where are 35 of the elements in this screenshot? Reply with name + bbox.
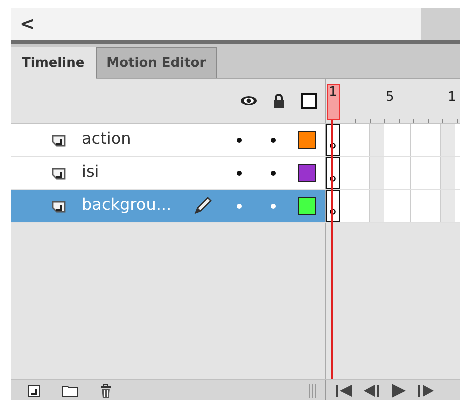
- lock-dot[interactable]: [271, 138, 276, 143]
- layer-color-swatch[interactable]: [298, 197, 316, 215]
- step-back-icon[interactable]: [364, 384, 380, 398]
- layer-icon: [52, 168, 66, 180]
- back-button[interactable]: <: [20, 14, 36, 34]
- current-frame-marker[interactable]: 1: [327, 84, 340, 120]
- resize-grip-icon[interactable]: [309, 384, 317, 398]
- layer-name: isi: [82, 162, 100, 181]
- layer-color-swatch[interactable]: [298, 131, 316, 149]
- trash-icon[interactable]: [100, 384, 112, 398]
- lock-dot[interactable]: [271, 204, 276, 209]
- layer-color-swatch[interactable]: [298, 164, 316, 182]
- first-frame-icon[interactable]: [336, 384, 352, 398]
- eye-icon[interactable]: [241, 96, 257, 106]
- layer-icon: [52, 135, 66, 147]
- layer-row[interactable]: action: [11, 124, 325, 156]
- layer-icon: [52, 201, 66, 213]
- visibility-dot[interactable]: [237, 138, 242, 143]
- outline-icon[interactable]: [301, 93, 317, 109]
- panel-tab[interactable]: Motion Editor: [96, 47, 218, 78]
- play-icon[interactable]: [392, 384, 406, 398]
- step-forward-icon[interactable]: [418, 384, 434, 398]
- lock-icon[interactable]: [273, 94, 285, 108]
- layer-name: backgrou...: [82, 195, 172, 214]
- frame-number: 1: [448, 90, 456, 105]
- layer-row[interactable]: isi: [11, 157, 325, 189]
- panel-tab[interactable]: Timeline: [11, 47, 96, 79]
- visibility-dot[interactable]: [237, 204, 242, 209]
- new-layer-icon[interactable]: [28, 385, 40, 397]
- frame-number: 5: [386, 90, 394, 105]
- toolbar-panel: [421, 8, 460, 40]
- folder-icon[interactable]: [62, 385, 78, 397]
- visibility-dot[interactable]: [237, 171, 242, 176]
- layer-name: action: [82, 129, 132, 148]
- lock-dot[interactable]: [271, 171, 276, 176]
